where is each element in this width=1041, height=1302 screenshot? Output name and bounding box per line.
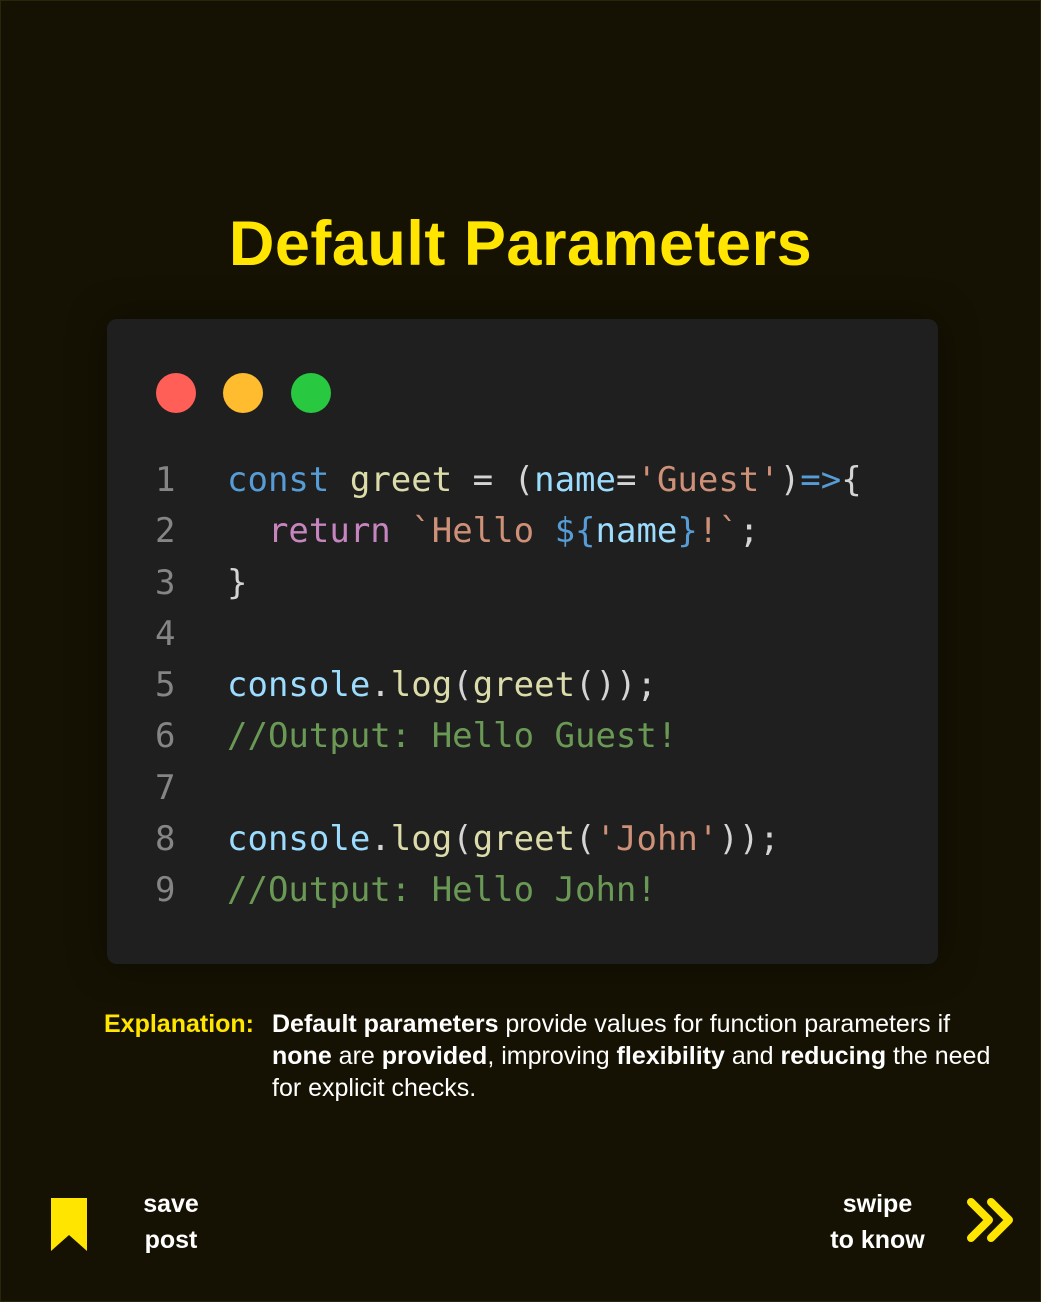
explanation-keyword: flexibility — [616, 1042, 725, 1070]
explanation-fragment: provide values for function parameters i… — [498, 1010, 951, 1038]
code-token: . — [370, 819, 391, 860]
line-number: 8 — [155, 819, 176, 860]
code-token: //Output: Hello Guest! — [227, 716, 678, 757]
page-title: Default Parameters — [228, 209, 813, 279]
code-token: `Hello — [411, 511, 555, 552]
swipe-label-line1: swipe — [842, 1190, 913, 1218]
save-label-line2: post — [144, 1226, 198, 1254]
line-number: 6 — [155, 716, 176, 757]
maximize-dot-icon — [291, 373, 331, 413]
code-token: ${ — [554, 511, 596, 552]
explanation-keyword: none — [272, 1042, 332, 1070]
code-token: ()); — [575, 665, 657, 706]
minimize-dot-icon — [223, 373, 263, 413]
code-token: 'John' — [595, 819, 719, 860]
code-block: 1 const greet = (name='Guest')=>{2 return… — [107, 455, 938, 917]
line-number: 2 — [155, 511, 176, 552]
line-number: 5 — [155, 665, 176, 706]
explanation-keyword: reducing — [780, 1042, 887, 1070]
code-token: ( — [452, 819, 473, 860]
code-token: ; — [738, 511, 760, 552]
swipe-label-line2: to know — [830, 1226, 925, 1254]
code-line: 4 — [107, 609, 938, 660]
explanation-fragment: are — [331, 1042, 382, 1070]
explanation-fragment: and — [724, 1042, 781, 1070]
code-text: return `Hello ${name}!`; — [227, 506, 759, 557]
code-token: )); — [718, 819, 780, 860]
code-token: name — [595, 511, 678, 552]
code-token: console — [227, 819, 371, 860]
code-token: return — [267, 511, 391, 552]
code-token: console — [227, 665, 371, 706]
close-dot-icon — [156, 373, 196, 413]
code-token: = — [615, 460, 637, 500]
code-text: console.log(greet()); — [227, 660, 657, 711]
code-token: log — [390, 819, 453, 860]
line-number: 4 — [155, 613, 176, 654]
code-token: !` — [697, 511, 739, 552]
line-number: 3 — [155, 562, 176, 603]
code-token: ( — [575, 819, 596, 860]
code-token: name — [534, 460, 616, 500]
code-token: = ( — [452, 460, 535, 500]
line-number: 9 — [155, 870, 176, 911]
swipe-hint: swipe to know — [810, 1186, 945, 1258]
code-token: greet — [472, 819, 576, 860]
code-token: 'Guest' — [636, 460, 780, 500]
code-token: log — [390, 665, 453, 706]
line-number: 1 — [155, 460, 176, 500]
line-number: 7 — [155, 767, 176, 808]
code-line: 6 //Output: Hello Guest! — [107, 711, 938, 762]
code-line: 2 return `Hello ${name}!`; — [107, 506, 938, 557]
code-text: //Output: Hello John! — [227, 865, 657, 916]
save-post-button[interactable]: save post — [130, 1186, 212, 1258]
code-token: const — [227, 460, 330, 500]
explanation-label: Explanation: — [104, 1010, 255, 1038]
code-token: => — [800, 460, 842, 500]
double-chevron-right-icon[interactable] — [965, 1196, 1017, 1244]
explanation-keyword: provided — [381, 1042, 488, 1070]
code-token: } — [677, 511, 698, 552]
code-token: } — [227, 562, 248, 603]
explanation-fragment: , improving — [487, 1042, 617, 1070]
code-token: { — [841, 460, 862, 500]
code-window: 1 const greet = (name='Guest')=>{2 return… — [107, 319, 938, 964]
code-token: ( — [452, 665, 473, 706]
explanation-text: Default parameters provide values for fu… — [272, 1008, 1002, 1104]
code-token: greet — [349, 460, 453, 500]
code-token: . — [370, 665, 391, 706]
code-line: 9 //Output: Hello John! — [107, 865, 938, 916]
code-text: //Output: Hello Guest! — [227, 711, 677, 762]
code-line: 8 console.log(greet('John')); — [107, 814, 938, 865]
code-line: 5 console.log(greet()); — [107, 660, 938, 711]
code-token: ) — [779, 460, 801, 500]
code-text: } — [227, 558, 247, 609]
code-line: 1 const greet = (name='Guest')=>{ — [107, 455, 938, 506]
code-text: console.log(greet('John')); — [227, 814, 780, 865]
code-line: 7 — [107, 763, 938, 814]
explanation-keyword: Default parameters — [272, 1010, 499, 1038]
bookmark-icon[interactable] — [51, 1198, 87, 1251]
code-token: //Output: Hello John! — [227, 870, 657, 911]
code-token: greet — [472, 665, 576, 706]
code-line: 3} — [107, 558, 938, 609]
save-label-line1: save — [143, 1190, 199, 1218]
code-text: const greet = (name='Guest')=>{ — [227, 455, 862, 506]
